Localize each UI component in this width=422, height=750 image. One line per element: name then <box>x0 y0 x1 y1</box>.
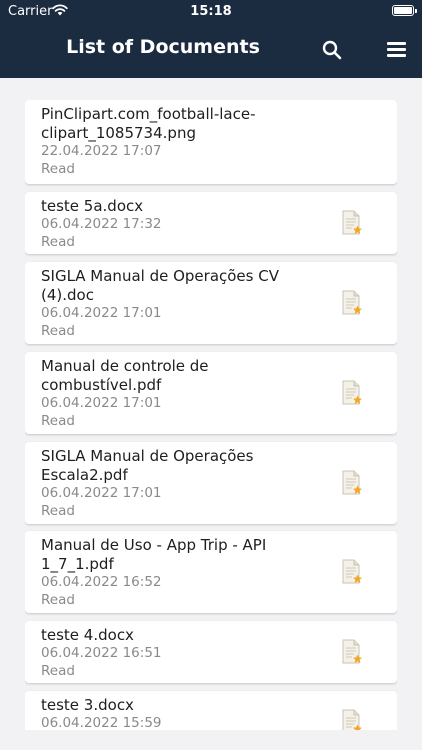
document-date: 06.04.2022 16:52 <box>41 574 162 590</box>
document-date: 06.04.2022 17:01 <box>41 305 162 321</box>
document-card[interactable]: Manual de Uso - App Trip - API 1_7_1.pdf… <box>25 531 397 613</box>
app-header: Carrier 15:18 List of Documents <box>0 0 422 78</box>
document-starred-icon <box>341 639 363 665</box>
document-starred-icon <box>341 380 363 406</box>
document-name: teste 4.docx <box>41 626 134 644</box>
document-name: teste 3.docx <box>41 696 134 714</box>
search-icon[interactable] <box>320 38 344 62</box>
document-card[interactable]: PinClipart.com_football-lace-clipart_108… <box>25 100 397 184</box>
status-bar: Carrier 15:18 <box>0 0 422 24</box>
hamburger-menu-icon[interactable] <box>385 39 409 61</box>
document-starred-icon <box>341 470 363 496</box>
document-status: Read <box>41 234 75 250</box>
document-name: PinClipart.com_football-lace-clipart_108… <box>41 105 256 142</box>
document-card[interactable]: teste 3.docx06.04.2022 15:59Read <box>25 691 397 730</box>
document-list: PinClipart.com_football-lace-clipart_108… <box>25 100 397 730</box>
document-date: 06.04.2022 15:59 <box>41 715 162 730</box>
document-name: Manual de Uso - App Trip - API 1_7_1.pdf <box>41 536 267 573</box>
document-starred-icon <box>341 210 363 236</box>
document-card[interactable]: teste 5a.docx 06.04.2022 17:32 Read <box>25 192 397 254</box>
document-date: 22.04.2022 17:07 <box>41 143 162 159</box>
document-card[interactable]: Manual de controle de combustível.pdf 06.… <box>25 352 397 434</box>
document-name: SIGLA Manual de Operações Escala2.pdf <box>41 447 254 484</box>
document-card[interactable]: SIGLA Manual de Operações CV (4).doc 06.0… <box>25 262 397 344</box>
document-date: 06.04.2022 16:51 <box>41 645 162 661</box>
document-status: Read <box>41 323 75 339</box>
document-name: teste 5a.docx <box>41 197 144 215</box>
document-date: 06.04.2022 17:32 <box>41 216 162 232</box>
document-name: Manual de controle de combustível.pdf <box>41 357 209 394</box>
page-title: List of Documents <box>66 36 260 58</box>
document-name: SIGLA Manual de Operações CV (4).doc <box>41 267 279 304</box>
document-card[interactable]: SIGLA Manual de Operações Escala2.pdf 06.… <box>25 442 397 524</box>
clock: 15:18 <box>190 4 232 19</box>
document-starred-icon <box>341 290 363 316</box>
document-status: Read <box>41 503 75 519</box>
document-status: Read <box>41 413 75 429</box>
document-card[interactable]: teste 4.docx 06.04.2022 16:51 Read <box>25 621 397 683</box>
document-date: 06.04.2022 17:01 <box>41 395 162 411</box>
document-status: Read <box>41 592 75 608</box>
document-status: Read <box>41 161 75 177</box>
document-starred-icon <box>341 709 363 730</box>
document-status: Read <box>41 663 75 679</box>
document-starred-icon <box>341 559 363 585</box>
document-date: 06.04.2022 17:01 <box>41 485 162 501</box>
battery-icon <box>392 5 417 16</box>
